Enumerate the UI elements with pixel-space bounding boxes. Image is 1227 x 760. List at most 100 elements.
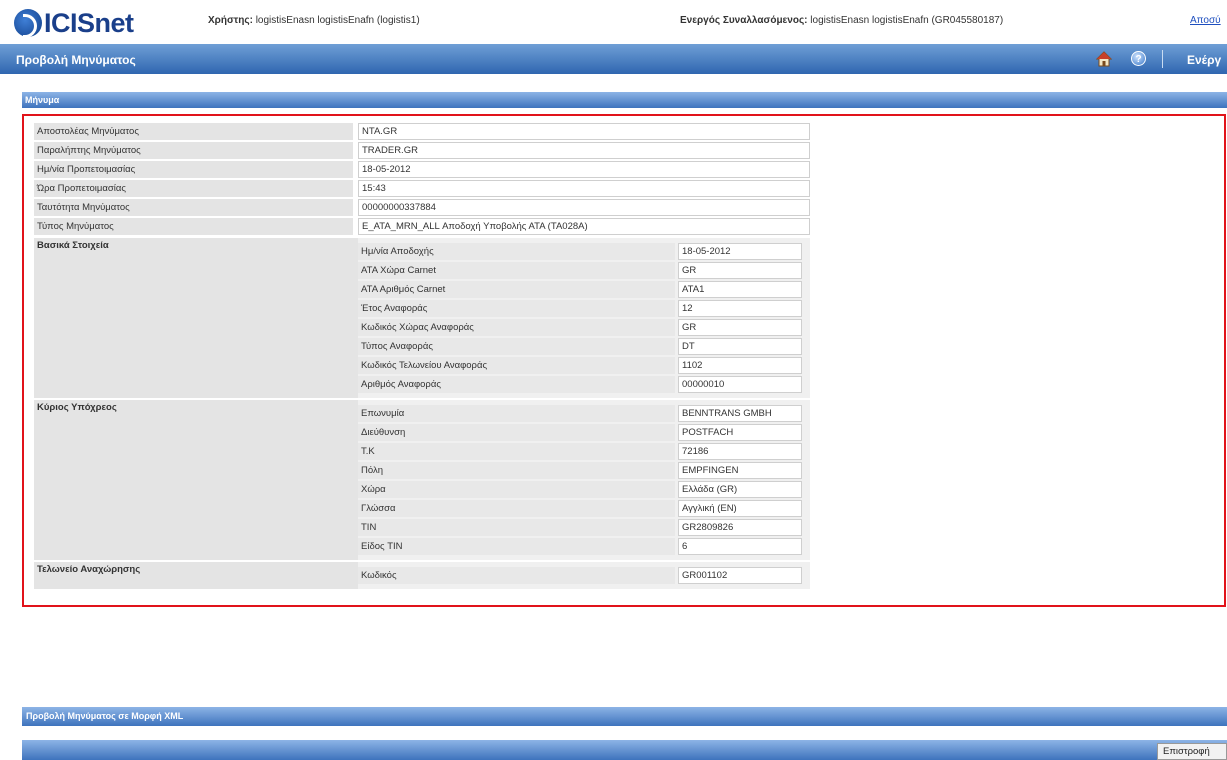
- field-label: Ταυτότητα Μηνύματος: [34, 199, 353, 216]
- group-field-row: Τ.Κ 72186: [358, 442, 810, 461]
- page-titlebar: Προβολή Μηνύματος ? Ενέργ: [0, 44, 1227, 74]
- group-field-label: Επωνυμία: [358, 405, 675, 422]
- group-field-label: Αριθμός Αναφοράς: [358, 376, 675, 393]
- group-field-label: Πόλη: [358, 462, 675, 479]
- logo-text: ICISnet: [44, 7, 134, 38]
- message-groups: Βασικά Στοιχεία Ημ/νία Αποδοχής 18-05-2012…: [34, 238, 810, 589]
- group-field-value: 00000010: [678, 376, 802, 393]
- group-field-value: Αγγλική (EN): [678, 500, 802, 517]
- group-field-value: EMPFINGEN: [678, 462, 802, 479]
- enable-link[interactable]: Ενέργ: [1187, 53, 1221, 67]
- field-row: Αποστολέας Μηνύματος NTA.GR: [34, 122, 810, 141]
- group-field-label: Κωδικός Χώρας Αναφοράς: [358, 319, 675, 336]
- group-field-value: POSTFACH: [678, 424, 802, 441]
- group-field-row: Χώρα Ελλάδα (GR): [358, 480, 810, 499]
- group-field-label: ΑΤΑ Αριθμός Carnet: [358, 281, 675, 298]
- logout-link[interactable]: Αποσύ: [1190, 15, 1221, 26]
- group-field-row: TIN GR2809826: [358, 518, 810, 537]
- field-row: Ταυτότητα Μηνύματος 00000000337884: [34, 198, 810, 217]
- group-field-row: Κωδικός Τελωνείου Αναφοράς 1102: [358, 356, 810, 375]
- group-fields: Κωδικός GR001102: [358, 562, 810, 589]
- footer-bar: [22, 740, 1227, 760]
- group-field-value: 1102: [678, 357, 802, 374]
- group-field-label: Γλώσσα: [358, 500, 675, 517]
- group-title: Τελωνείο Αναχώρησης: [37, 564, 141, 575]
- field-label: Παραλήπτης Μηνύματος: [34, 142, 353, 159]
- group-field-label: Χώρα: [358, 481, 675, 498]
- group-field-row: ΑΤΑ Χώρα Carnet GR: [358, 261, 810, 280]
- field-row: Τύπος Μηνύματος E_ATA_MRN_ALL Αποδοχή Υπο…: [34, 217, 810, 236]
- group-field-value: GR001102: [678, 567, 802, 584]
- page-title: Προβολή Μηνύματος: [16, 53, 136, 67]
- group-field-row: ΑΤΑ Αριθμός Carnet ATA1: [358, 280, 810, 299]
- return-button[interactable]: Επιστροφή: [1157, 743, 1227, 760]
- active-trader-value: logistisEnasn logistisEnafn (GR045580187…: [810, 15, 1004, 26]
- group-field-label: Τύπος Αναφοράς: [358, 338, 675, 355]
- field-value: 00000000337884: [358, 199, 810, 216]
- group-field-label: Τ.Κ: [358, 443, 675, 460]
- toolbar-divider: [1162, 50, 1163, 68]
- group-field-value: ATA1: [678, 281, 802, 298]
- group-field-label: Κωδικός: [358, 567, 675, 584]
- field-value: E_ATA_MRN_ALL Αποδοχή Υποβολής ΑΤΑ (TA02…: [358, 218, 810, 235]
- user-info: Χρήστης: logistisEnasn logistisEnafn (lo…: [208, 15, 420, 26]
- field-row: Ημ/νία Προπετοιμασίας 18-05-2012: [34, 160, 810, 179]
- logo-mark-icon: [14, 9, 42, 38]
- field-value: 15:43: [358, 180, 810, 197]
- group-field-label: Έτος Αναφοράς: [358, 300, 675, 317]
- active-trader-info: Ενεργός Συναλλασόμενος: logistisEnasn lo…: [680, 15, 1003, 26]
- group-field-row: Πόλη EMPFINGEN: [358, 461, 810, 480]
- top-header: ICISnet Χρήστης: logistisEnasn logistisE…: [0, 0, 1227, 42]
- group-field-label: TIN: [358, 519, 675, 536]
- field-label: Τύπος Μηνύματος: [34, 218, 353, 235]
- group-field-row: Γλώσσα Αγγλική (EN): [358, 499, 810, 518]
- group-field-row: Διεύθυνση POSTFACH: [358, 423, 810, 442]
- group-field-row: Είδος TIN 6: [358, 537, 810, 556]
- group-field-row: Κωδικός Χώρας Αναφοράς GR: [358, 318, 810, 337]
- field-label: Ώρα Προπετοιμασίας: [34, 180, 353, 197]
- field-label: Ημ/νία Προπετοιμασίας: [34, 161, 353, 178]
- help-icon[interactable]: ?: [1131, 51, 1146, 66]
- message-panel: Μήνυμα: [22, 92, 1227, 108]
- field-group: Τελωνείο Αναχώρησης Κωδικός GR001102: [34, 562, 810, 589]
- group-field-value: GR: [678, 262, 802, 279]
- group-field-value: 18-05-2012: [678, 243, 802, 260]
- field-row: Παραλήπτης Μηνύματος TRADER.GR: [34, 141, 810, 160]
- message-fields: Αποστολέας Μηνύματος NTA.GR Παραλήπτης Μην…: [34, 122, 810, 236]
- message-section-heading: Μήνυμα: [22, 92, 1227, 108]
- group-field-label: Διεύθυνση: [358, 424, 675, 441]
- user-label: Χρήστης:: [208, 15, 253, 26]
- group-field-value: 72186: [678, 443, 802, 460]
- group-fields: Ημ/νία Αποδοχής 18-05-2012 ΑΤΑ Χώρα Carnet…: [358, 238, 810, 398]
- group-field-value: BENNTRANS GMBH: [678, 405, 802, 422]
- group-field-row: Τύπος Αναφοράς DT: [358, 337, 810, 356]
- group-field-value: 12: [678, 300, 802, 317]
- group-field-row: Επωνυμία BENNTRANS GMBH: [358, 404, 810, 423]
- group-field-row: Κωδικός GR001102: [358, 566, 810, 585]
- field-value: NTA.GR: [358, 123, 810, 140]
- user-value: logistisEnasn logistisEnafn (logistis1): [255, 15, 420, 26]
- field-value: TRADER.GR: [358, 142, 810, 159]
- field-row: Ώρα Προπετοιμασίας 15:43: [34, 179, 810, 198]
- group-field-label: Κωδικός Τελωνείου Αναφοράς: [358, 357, 675, 374]
- message-details-grid: Αποστολέας Μηνύματος NTA.GR Παραλήπτης Μην…: [34, 122, 810, 589]
- xml-section-bar[interactable]: Προβολή Μηνύματος σε Μορφή XML: [22, 707, 1227, 726]
- group-title: Κύριος Υπόχρεος: [37, 402, 117, 413]
- group-field-value: GR: [678, 319, 802, 336]
- group-field-row: Έτος Αναφοράς 12: [358, 299, 810, 318]
- group-field-value: Ελλάδα (GR): [678, 481, 802, 498]
- group-title: Βασικά Στοιχεία: [37, 240, 109, 251]
- group-field-row: Αριθμός Αναφοράς 00000010: [358, 375, 810, 394]
- group-field-label: Ημ/νία Αποδοχής: [358, 243, 675, 260]
- group-field-value: 6: [678, 538, 802, 555]
- field-group: Βασικά Στοιχεία Ημ/νία Αποδοχής 18-05-2012…: [34, 238, 810, 398]
- home-icon[interactable]: [1096, 51, 1112, 67]
- active-trader-label: Ενεργός Συναλλασόμενος:: [680, 15, 808, 26]
- group-field-row: Ημ/νία Αποδοχής 18-05-2012: [358, 242, 810, 261]
- message-details-box: Αποστολέας Μηνύματος NTA.GR Παραλήπτης Μην…: [22, 114, 1226, 607]
- group-fields: Επωνυμία BENNTRANS GMBH Διεύθυνση POSTFACH Τ…: [358, 400, 810, 560]
- group-field-value: GR2809826: [678, 519, 802, 536]
- group-field-label: ΑΤΑ Χώρα Carnet: [358, 262, 675, 279]
- group-field-value: DT: [678, 338, 802, 355]
- field-value: 18-05-2012: [358, 161, 810, 178]
